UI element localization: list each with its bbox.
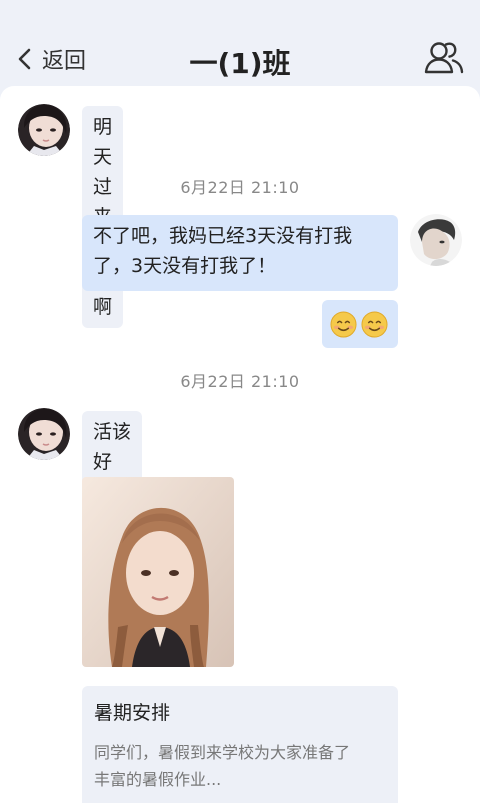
card-body: 同学们，暑假到来学校为大家准备了 丰富的暑假作业... — [94, 739, 386, 793]
header-bar: 返回 一(1)班 — [0, 0, 480, 88]
chat-screen: 返回 一(1)班 明天过 啊 6月22日 21:10 不了吧，我妈已经3天没有打… — [0, 0, 480, 803]
avatar[interactable] — [18, 104, 70, 156]
message-bubble[interactable]: 不了吧，我妈已经3天没有打我 了，3天没有打我了！ — [82, 215, 398, 291]
smile-emoji-icon — [361, 310, 388, 338]
chat-area[interactable]: 明天过来吃饭啊 6月22日 21:10 不了吧，我妈已经3天没有打我 了，3天没… — [0, 86, 480, 803]
message-line: 了，3天没有打我了！ — [93, 255, 277, 277]
timestamp: 6月22日 21:10 — [180, 178, 300, 197]
notice-card[interactable]: 暑期安排 同学们，暑假到来学校为大家准备了 丰富的暑假作业... — [82, 686, 398, 803]
group-icon[interactable] — [424, 38, 464, 78]
message-emoji-bubble[interactable] — [322, 300, 398, 348]
message-line: 不了吧，我妈已经3天没有打我 — [93, 225, 353, 247]
timestamp: 6月22日 21:10 — [180, 372, 300, 391]
message-photo[interactable] — [82, 477, 234, 667]
avatar[interactable] — [410, 214, 462, 266]
page-title: 一(1)班 — [189, 47, 291, 80]
smile-emoji-icon — [330, 310, 357, 338]
avatar[interactable] — [18, 408, 70, 460]
card-body-line: 丰富的暑假作业... — [94, 770, 222, 789]
card-body-line: 同学们，暑假到来学校为大家准备了 — [94, 743, 351, 762]
card-title: 暑期安排 — [94, 702, 171, 724]
